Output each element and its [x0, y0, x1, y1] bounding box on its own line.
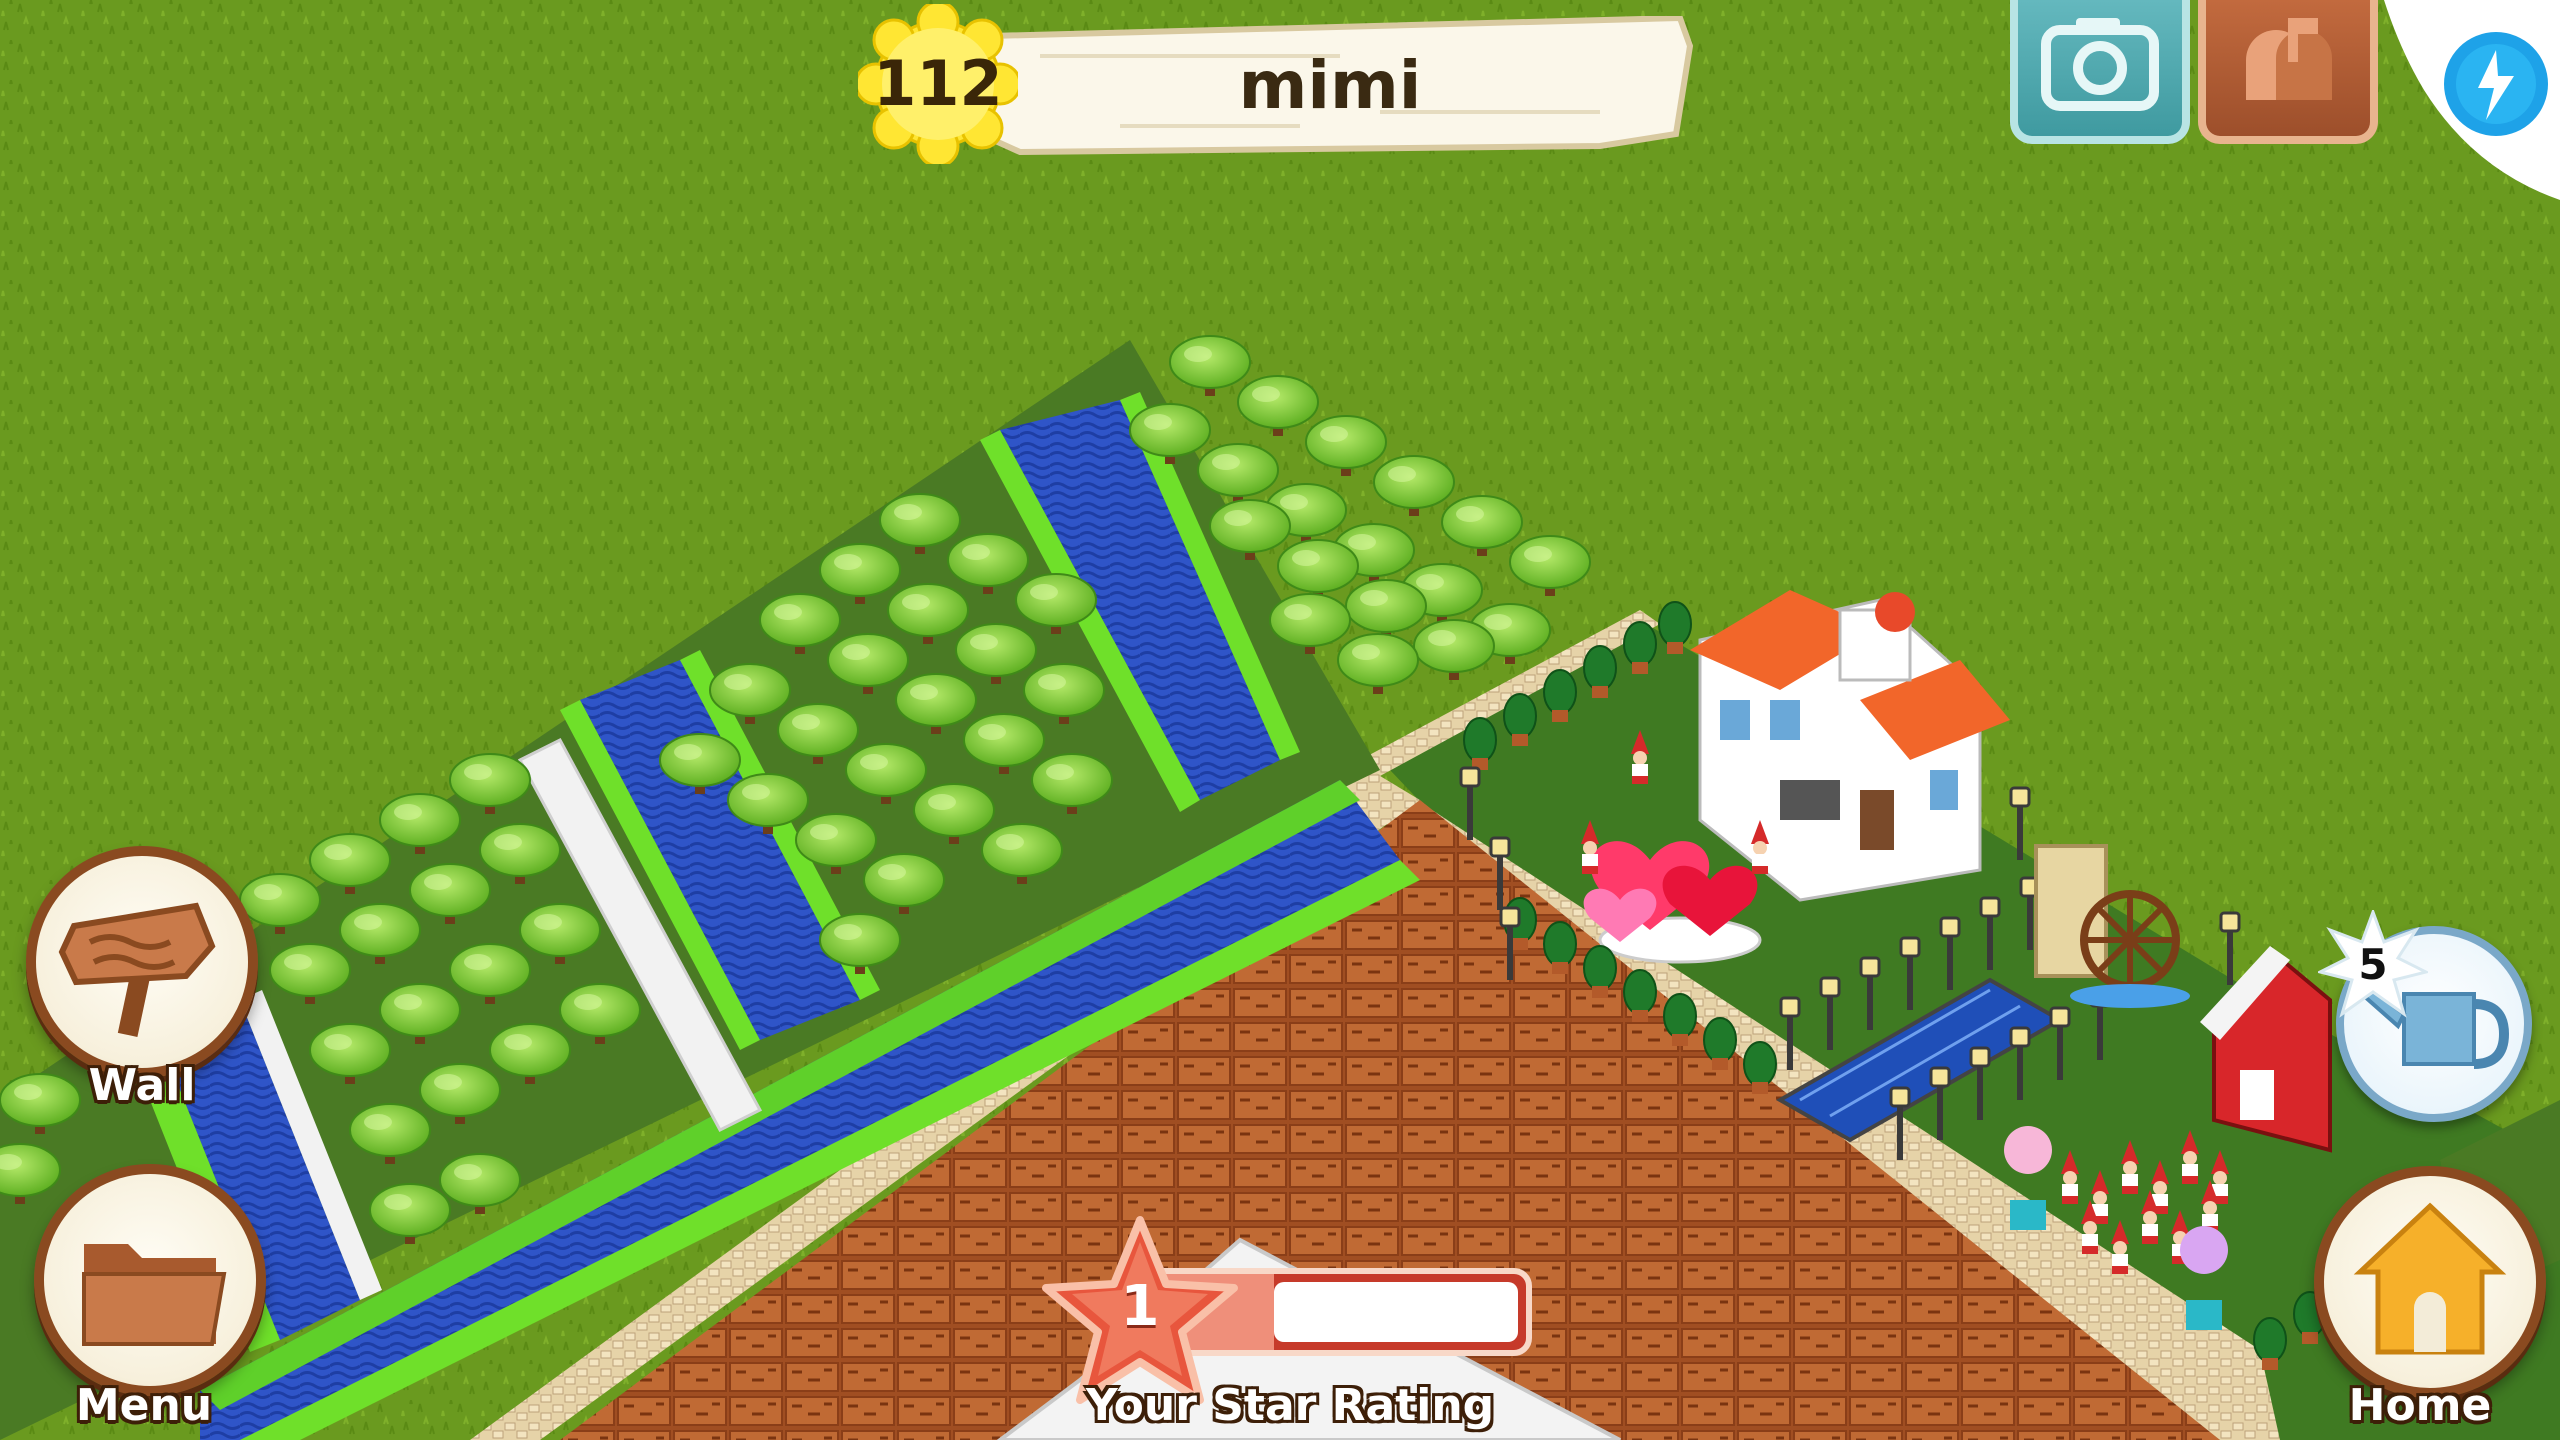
player-name-plank: mimi [960, 16, 1700, 156]
star-rating-label: Your Star Rating [1085, 1380, 1495, 1431]
level-badge: 112 [858, 4, 1018, 164]
camera-button[interactable] [2010, 0, 2190, 144]
mailbox-icon [2246, 18, 2332, 100]
farm-world[interactable] [0, 0, 2560, 1440]
camera-icon [2041, 18, 2159, 111]
wall-button[interactable] [26, 846, 258, 1078]
player-name: mimi [1238, 47, 1422, 124]
star-rating-remaining [1274, 1282, 1518, 1342]
mailbox-button[interactable] [2198, 0, 2378, 144]
menu-label: Menu [75, 1380, 213, 1431]
signpost-icon [58, 902, 216, 1037]
folder-icon [82, 1244, 227, 1346]
watering-count: 5 [2358, 940, 2388, 989]
wall-label: Wall [88, 1060, 196, 1111]
bluestacks-icon [2384, 0, 2560, 200]
star-rating-value: 1 [1120, 1274, 1160, 1339]
corner-overlay-button[interactable] [2384, 0, 2560, 200]
level-number: 112 [873, 47, 1003, 120]
menu-button[interactable] [34, 1164, 266, 1396]
house-icon [2353, 1202, 2507, 1355]
game-screen: 112 mimi Wall Menu 5 Home 1 Your Star Ra… [0, 0, 2560, 1440]
home-label: Home [2348, 1380, 2492, 1431]
home-button[interactable] [2314, 1166, 2546, 1398]
